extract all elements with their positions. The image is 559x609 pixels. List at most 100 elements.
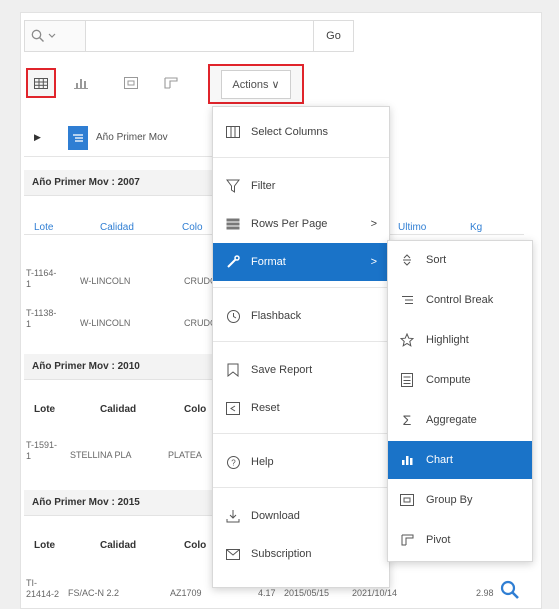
menu-item-label: Format <box>251 256 286 268</box>
actions-menu: Select Columns Filter Rows Per Page > Fo… <box>212 106 390 588</box>
column-header-calidad[interactable]: Calidad <box>100 404 136 415</box>
search-input[interactable] <box>86 20 314 52</box>
column-header-color[interactable]: Colo <box>184 404 206 415</box>
download-icon <box>226 510 240 523</box>
submenu-arrow-icon: > <box>370 218 377 230</box>
submenu-item-label: Highlight <box>426 334 469 346</box>
menu-item-download[interactable]: Download <box>213 497 389 535</box>
control-break-bar: ▶ Año Primer Mov <box>24 120 224 157</box>
cell-date: 2021/10/14 <box>352 588 398 598</box>
column-header-calidad[interactable]: Calidad <box>100 540 136 551</box>
subscription-icon <box>226 548 240 560</box>
filter-icon <box>226 179 240 193</box>
cell-value: 4.17 <box>258 588 276 598</box>
menu-item-subscription[interactable]: Subscription <box>213 535 389 573</box>
chevron-down-icon <box>48 33 56 38</box>
flashback-icon <box>226 309 240 323</box>
control-break-label: Año Primer Mov <box>96 132 168 143</box>
columns-icon <box>226 126 240 138</box>
group-by-view-button[interactable] <box>116 68 146 98</box>
column-header-lote[interactable]: Lote <box>34 222 53 233</box>
submenu-item-compute[interactable]: Compute <box>388 361 532 399</box>
format-icon <box>227 255 240 268</box>
submenu-item-label: Chart <box>426 454 453 466</box>
format-submenu: Sort Control Break Highlight Compute Σ A… <box>387 240 533 562</box>
menu-item-label: Help <box>251 456 274 468</box>
rows-icon <box>226 218 240 230</box>
actions-label: Actions ∨ <box>221 69 291 99</box>
submenu-item-group-by[interactable]: Group By <box>388 481 532 519</box>
menu-item-label: Flashback <box>251 310 302 322</box>
sort-icon <box>403 254 411 266</box>
search-column-selector[interactable] <box>24 20 86 52</box>
menu-item-label: Subscription <box>251 548 312 560</box>
menu-item-label: Reset <box>251 402 280 414</box>
pivot-view-icon <box>164 77 178 89</box>
menu-item-label: Rows Per Page <box>251 218 328 230</box>
cell-color: PLATEA <box>168 450 202 460</box>
chart-view-icon <box>74 79 88 89</box>
submenu-item-chart[interactable]: Chart <box>388 441 532 479</box>
group-by-icon <box>400 494 414 506</box>
save-icon <box>227 363 239 377</box>
menu-item-rows-per-page[interactable]: Rows Per Page > <box>213 205 389 243</box>
column-header-ultimo[interactable]: Ultimo <box>398 222 426 233</box>
menu-item-save-report[interactable]: Save Report <box>213 351 389 389</box>
grid-view-button[interactable] <box>26 68 56 98</box>
submenu-arrow-icon: > <box>370 256 377 268</box>
search-icon <box>31 29 44 42</box>
submenu-item-sort[interactable]: Sort <box>388 241 532 279</box>
column-header-color[interactable]: Colo <box>182 222 203 233</box>
cell-date: 2015/05/15 <box>284 588 330 598</box>
submenu-item-label: Compute <box>426 374 471 386</box>
control-break-icon <box>73 134 83 142</box>
menu-item-label: Save Report <box>251 364 313 376</box>
menu-item-format[interactable]: Format > <box>213 243 389 281</box>
submenu-item-label: Sort <box>426 254 447 266</box>
menu-item-select-columns[interactable]: Select Columns <box>213 113 389 151</box>
control-break-chip[interactable] <box>68 126 88 150</box>
compute-icon <box>401 373 413 387</box>
search-bar: Go <box>24 20 354 54</box>
submenu-item-aggregate[interactable]: Σ Aggregate <box>388 401 532 439</box>
column-header-kg[interactable]: Kg <box>470 222 482 233</box>
group-header: Año Primer Mov : 2015 <box>24 490 244 516</box>
menu-item-reset[interactable]: Reset <box>213 389 389 427</box>
cell-lote: TI- 21414-2 <box>26 578 60 599</box>
cell-calidad: FS/AC-N 2.2 <box>68 588 120 598</box>
cell-color: AZ1709 <box>170 588 202 598</box>
menu-item-help[interactable]: ? Help <box>213 443 389 481</box>
submenu-item-control-break[interactable]: Control Break <box>388 281 532 319</box>
menu-item-label: Select Columns <box>251 126 329 138</box>
pivot-view-button[interactable] <box>156 68 186 98</box>
cell-calidad: W-LINCOLN <box>80 276 131 286</box>
submenu-item-pivot[interactable]: Pivot <box>388 521 532 559</box>
chart-view-button[interactable] <box>66 68 96 98</box>
actions-button[interactable]: Actions ∨ <box>208 64 304 104</box>
menu-item-flashback[interactable]: Flashback <box>213 297 389 335</box>
menu-item-filter[interactable]: Filter <box>213 167 389 205</box>
cell-calidad: W-LINCOLN <box>80 318 131 328</box>
group-header: Año Primer Mov : 2010 <box>24 354 244 380</box>
column-header-color[interactable]: Colo <box>184 540 206 551</box>
submenu-item-highlight[interactable]: Highlight <box>388 321 532 359</box>
group-header: Año Primer Mov : 2007 <box>24 170 244 196</box>
expand-toggle-icon[interactable]: ▶ <box>34 132 41 143</box>
help-icon: ? <box>226 455 240 469</box>
search-icon[interactable] <box>500 580 520 600</box>
go-button[interactable]: Go <box>314 20 354 52</box>
group-by-view-icon <box>124 77 138 89</box>
submenu-item-label: Group By <box>426 494 473 506</box>
grid-view-icon <box>34 77 48 89</box>
column-header-lote[interactable]: Lote <box>34 404 55 415</box>
column-header-lote[interactable]: Lote <box>34 540 55 551</box>
submenu-item-label: Control Break <box>426 294 494 306</box>
submenu-item-label: Pivot <box>426 534 451 546</box>
submenu-item-label: Aggregate <box>426 414 477 426</box>
column-header-calidad[interactable]: Calidad <box>100 222 134 233</box>
cell-kg: 2.98 <box>476 588 494 598</box>
cell-lote: T-1138- 1 <box>26 308 57 329</box>
menu-item-label: Download <box>251 510 300 522</box>
cell-calidad: STELLINA PLA <box>70 450 132 460</box>
control-break-icon <box>401 296 413 304</box>
